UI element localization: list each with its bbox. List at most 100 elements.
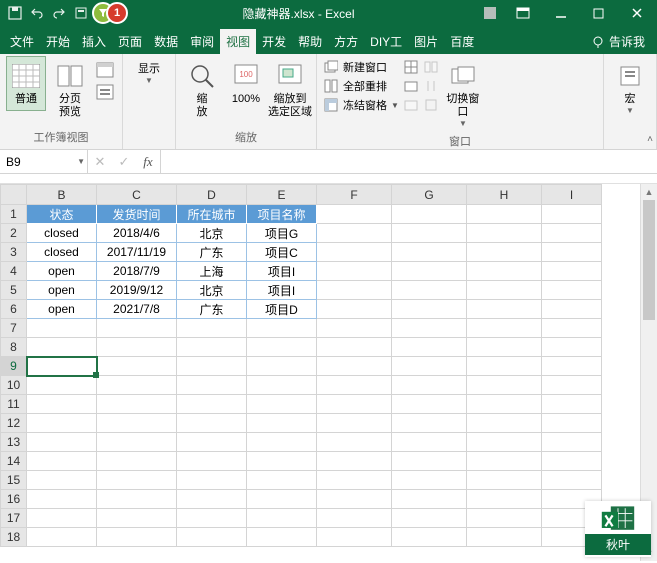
tab-help[interactable]: 帮助 (292, 29, 328, 54)
cell[interactable] (392, 357, 467, 376)
column-header[interactable]: E (247, 185, 317, 205)
cell[interactable]: 2018/7/9 (97, 262, 177, 281)
cell[interactable]: 上海 (177, 262, 247, 281)
zoom-100-button[interactable]: 100 100% (226, 56, 266, 111)
tab-file[interactable]: 文件 (4, 29, 40, 54)
cell[interactable] (177, 376, 247, 395)
cell[interactable] (467, 357, 542, 376)
tab-diy[interactable]: DIY工 (364, 29, 408, 54)
cell[interactable] (467, 490, 542, 509)
collapse-ribbon-icon[interactable]: ˄ (647, 134, 653, 145)
cell[interactable] (317, 205, 392, 224)
cell[interactable] (392, 262, 467, 281)
cell[interactable] (542, 319, 602, 338)
page-break-preview-button[interactable]: 分页 预览 (50, 56, 90, 124)
cell[interactable] (97, 395, 177, 414)
cell[interactable]: 北京 (177, 281, 247, 300)
cell[interactable] (467, 338, 542, 357)
cell[interactable] (97, 433, 177, 452)
cell[interactable] (317, 243, 392, 262)
cell[interactable] (97, 338, 177, 357)
row-header[interactable]: 11 (1, 395, 27, 414)
cell[interactable] (317, 262, 392, 281)
cell[interactable] (467, 224, 542, 243)
cell[interactable] (467, 281, 542, 300)
cell[interactable] (177, 357, 247, 376)
tab-review[interactable]: 审阅 (184, 29, 220, 54)
cell[interactable] (542, 300, 602, 319)
cell[interactable] (177, 509, 247, 528)
cell[interactable] (317, 395, 392, 414)
freeze-panes-button[interactable]: 冻结窗格▼ (323, 96, 399, 114)
ribbon-display-icon[interactable] (509, 3, 537, 23)
row-header[interactable]: 6 (1, 300, 27, 319)
cell[interactable]: 项目G (247, 224, 317, 243)
cell[interactable]: open (27, 262, 97, 281)
sync-scroll-button[interactable] (423, 77, 439, 95)
cell[interactable] (27, 471, 97, 490)
cell[interactable]: 项目名称 (247, 205, 317, 224)
tab-home[interactable]: 开始 (40, 29, 76, 54)
cell[interactable] (392, 395, 467, 414)
cell[interactable]: 状态 (27, 205, 97, 224)
macros-button[interactable]: 宏 ▼ (610, 56, 650, 120)
cell[interactable] (542, 281, 602, 300)
row-header[interactable]: 18 (1, 528, 27, 547)
cell[interactable]: open (27, 281, 97, 300)
scrollbar-thumb[interactable] (643, 200, 655, 320)
tab-insert[interactable]: 插入 (76, 29, 112, 54)
cell[interactable]: closed (27, 224, 97, 243)
tab-layout[interactable]: 页面 (112, 29, 148, 54)
cell[interactable] (317, 224, 392, 243)
row-header[interactable]: 5 (1, 281, 27, 300)
row-header[interactable]: 7 (1, 319, 27, 338)
accept-formula-button[interactable]: ✓ (112, 154, 136, 170)
cell[interactable] (467, 414, 542, 433)
row-header[interactable]: 4 (1, 262, 27, 281)
column-header[interactable]: C (97, 185, 177, 205)
cell[interactable] (467, 243, 542, 262)
page-layout-icon[interactable] (94, 60, 116, 80)
cell[interactable] (97, 528, 177, 547)
cell[interactable] (27, 338, 97, 357)
cell[interactable] (542, 395, 602, 414)
qat-extra-icon[interactable] (72, 4, 90, 22)
new-window-button[interactable]: 新建窗口 (323, 58, 399, 76)
cell[interactable] (392, 376, 467, 395)
row-header[interactable]: 3 (1, 243, 27, 262)
cell[interactable] (392, 509, 467, 528)
view-side-by-side-button[interactable] (423, 58, 439, 76)
cell[interactable] (27, 509, 97, 528)
cell[interactable] (27, 528, 97, 547)
close-button[interactable] (623, 3, 651, 23)
column-header[interactable]: G (392, 185, 467, 205)
cell[interactable] (27, 319, 97, 338)
cell[interactable]: 2017/11/19 (97, 243, 177, 262)
cell[interactable]: 2018/4/6 (97, 224, 177, 243)
cell[interactable] (317, 471, 392, 490)
cell[interactable] (247, 452, 317, 471)
tab-view[interactable]: 视图 (220, 29, 256, 54)
cell[interactable]: 项目D (247, 300, 317, 319)
cell[interactable] (467, 471, 542, 490)
cell[interactable] (467, 528, 542, 547)
cell[interactable] (542, 376, 602, 395)
cell[interactable] (97, 319, 177, 338)
cell[interactable] (392, 528, 467, 547)
cell[interactable] (392, 205, 467, 224)
cell[interactable] (392, 319, 467, 338)
cell[interactable]: 项目I (247, 281, 317, 300)
account-icon[interactable] (481, 4, 499, 22)
cell[interactable] (392, 414, 467, 433)
cell[interactable] (317, 528, 392, 547)
cell[interactable] (467, 395, 542, 414)
cell[interactable] (177, 414, 247, 433)
cell[interactable] (97, 376, 177, 395)
custom-views-icon[interactable] (94, 82, 116, 102)
cell[interactable] (542, 224, 602, 243)
cell[interactable] (247, 509, 317, 528)
cell[interactable] (467, 433, 542, 452)
cell[interactable] (177, 395, 247, 414)
cell[interactable] (27, 490, 97, 509)
name-box[interactable]: B9 ▼ (0, 150, 88, 173)
